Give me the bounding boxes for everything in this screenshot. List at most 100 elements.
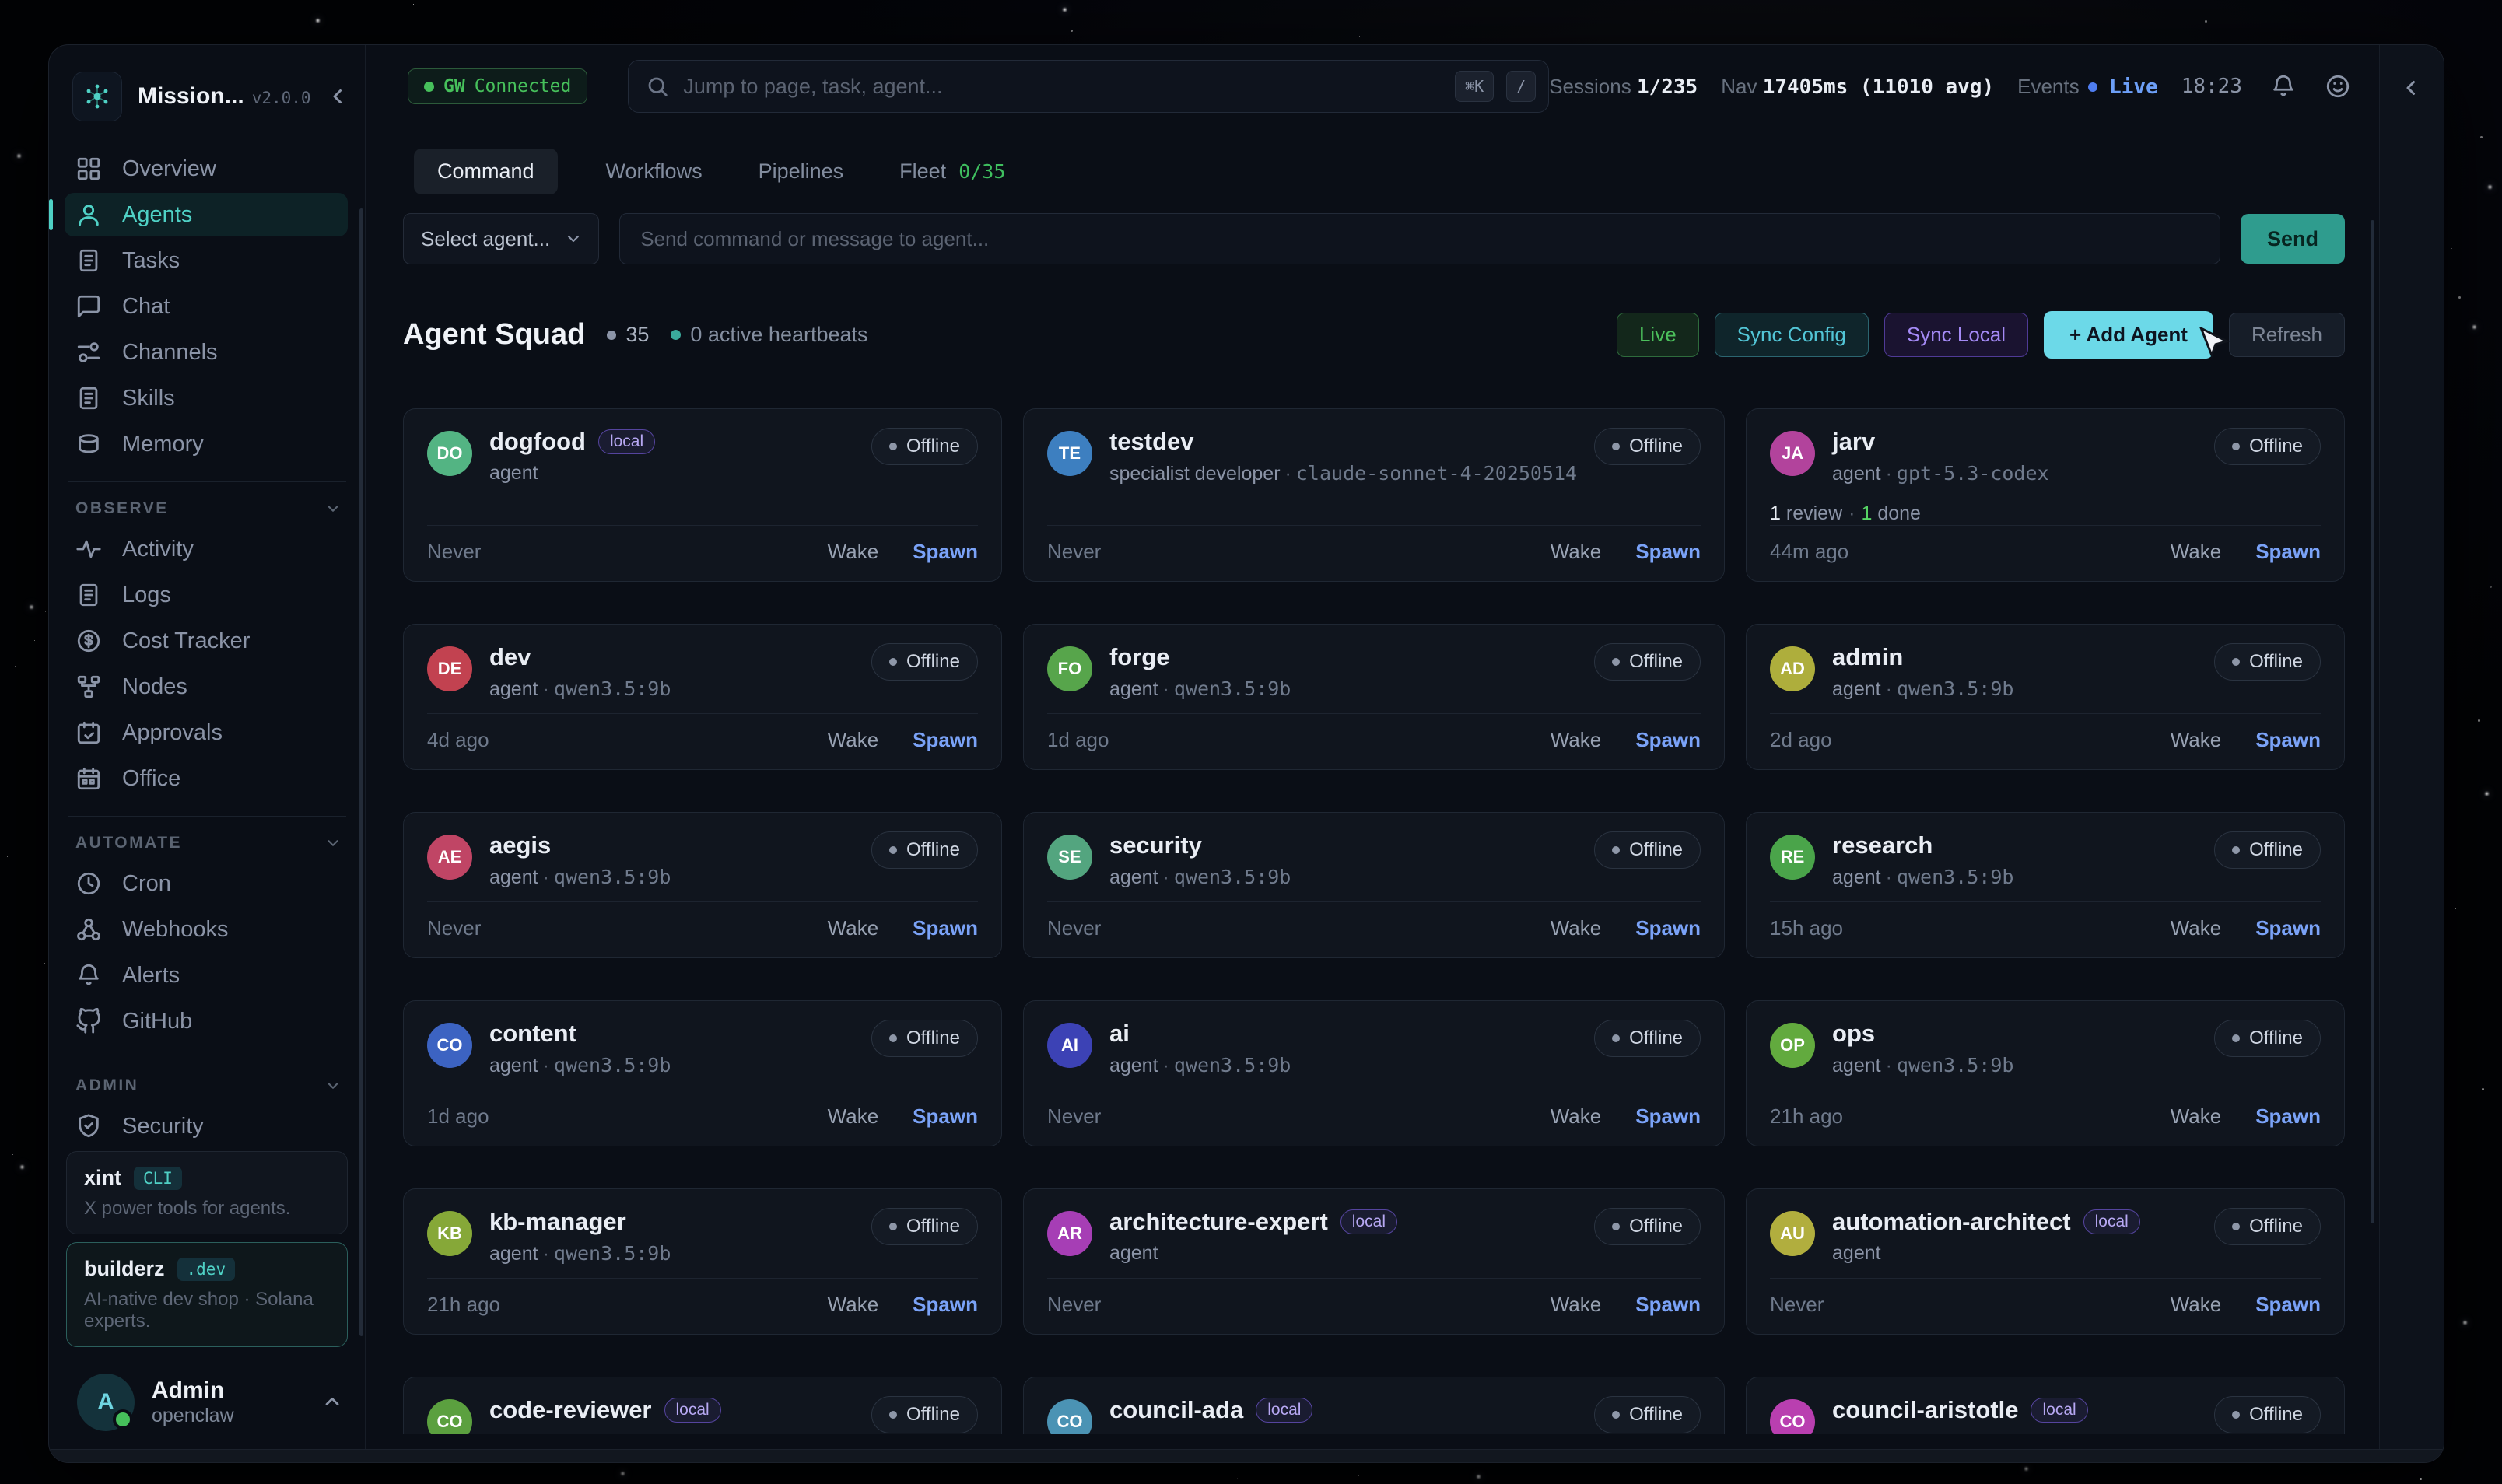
wake-button[interactable]: Wake (828, 1293, 879, 1317)
wake-button[interactable]: Wake (828, 916, 879, 940)
user-row[interactable]: A Admin openclaw (49, 1355, 365, 1462)
wake-button[interactable]: Wake (2171, 1293, 2222, 1317)
select-agent-dropdown[interactable]: Select agent... (403, 213, 599, 264)
sidebar-item-memory[interactable]: Memory (65, 422, 348, 466)
sidebar-item-nodes[interactable]: Nodes (65, 665, 348, 709)
sidebar-item-logs[interactable]: Logs (65, 573, 348, 617)
agent-card-kb-manager[interactable]: KB kb-manager agent·qwen3.5:9b Offline 2… (403, 1188, 1002, 1335)
spawn-button[interactable]: Spawn (913, 1293, 978, 1317)
wake-button[interactable]: Wake (2171, 1104, 2222, 1129)
wake-button[interactable]: Wake (1551, 1104, 1602, 1129)
wake-button[interactable]: Wake (1551, 540, 1602, 564)
tab-command[interactable]: Command (414, 149, 558, 194)
wake-button[interactable]: Wake (1551, 1293, 1602, 1317)
offline-dot (889, 443, 897, 450)
spawn-button[interactable]: Spawn (1635, 540, 1701, 564)
chevron-down-icon[interactable] (324, 500, 342, 517)
user-identity: Admin openclaw (152, 1377, 234, 1427)
agent-card-code-reviewer[interactable]: CO code-reviewer local agent Offline Wak… (403, 1377, 1002, 1434)
chevron-up-icon[interactable] (321, 1391, 343, 1413)
agent-card-forge[interactable]: FO forge agent·qwen3.5:9b Offline 1d ago… (1023, 624, 1725, 770)
status-badge: Offline (2214, 1396, 2321, 1433)
sidebar-item-github[interactable]: GitHub (65, 999, 348, 1043)
sidebar-collapse-icon[interactable] (327, 85, 350, 108)
tab-pipelines[interactable]: Pipelines (751, 149, 852, 194)
sync-config-button[interactable]: Sync Config (1715, 313, 1869, 357)
sidebar-item-chat[interactable]: Chat (65, 285, 348, 328)
sidebar-item-overview[interactable]: Overview (65, 147, 348, 191)
promo-card-xint[interactable]: xint CLI X power tools for agents. (66, 1151, 348, 1234)
sidebar-item-agents[interactable]: Agents (65, 193, 348, 236)
agent-card-dogfood[interactable]: DO dogfood local agent Offline Never Wak… (403, 408, 1002, 582)
agent-card-aegis[interactable]: AE aegis agent·qwen3.5:9b Offline Never … (403, 812, 1002, 958)
sidebar-item-activity[interactable]: Activity (65, 527, 348, 571)
wake-button[interactable]: Wake (1551, 916, 1602, 940)
sidebar-item-skills[interactable]: Skills (65, 376, 348, 420)
spawn-button[interactable]: Spawn (2255, 1104, 2321, 1129)
sidebar-item-cost-tracker[interactable]: Cost Tracker (65, 619, 348, 663)
spawn-button[interactable]: Spawn (913, 916, 978, 940)
spawn-button[interactable]: Spawn (1635, 728, 1701, 752)
agent-avatar: RE (1770, 835, 1815, 880)
sidebar-item-alerts[interactable]: Alerts (65, 954, 348, 997)
sidebar-item-approvals[interactable]: Approvals (65, 711, 348, 754)
spawn-button[interactable]: Spawn (2255, 728, 2321, 752)
agent-card-council-aristotle[interactable]: CO council-aristotle local agent Offline… (1746, 1377, 2345, 1434)
panel-collapse-chevron-icon[interactable] (2400, 76, 2423, 103)
gateway-status-badge[interactable]: GW Connected (408, 68, 587, 104)
wake-button[interactable]: Wake (828, 540, 879, 564)
wake-button[interactable]: Wake (828, 1104, 879, 1129)
feedback-smiley-icon[interactable] (2325, 73, 2351, 100)
agent-card-research[interactable]: RE research agent·qwen3.5:9b Offline 15h… (1746, 812, 2345, 958)
wake-button[interactable]: Wake (1551, 728, 1602, 752)
spawn-button[interactable]: Spawn (1635, 1293, 1701, 1317)
spawn-button[interactable]: Spawn (913, 728, 978, 752)
sidebar-item-cron[interactable]: Cron (65, 862, 348, 905)
spawn-button[interactable]: Spawn (913, 1104, 978, 1129)
agent-card-architecture-expert[interactable]: AR architecture-expert local agent Offli… (1023, 1188, 1725, 1335)
spawn-button[interactable]: Spawn (1635, 916, 1701, 940)
command-input[interactable] (619, 213, 2220, 264)
agent-card-security[interactable]: SE security agent·qwen3.5:9b Offline Nev… (1023, 812, 1725, 958)
agent-card-jarv[interactable]: JA jarv agent·gpt-5.3-codex Offline 1 re… (1746, 408, 2345, 582)
send-button[interactable]: Send (2241, 214, 2345, 264)
chevron-down-icon[interactable] (324, 1077, 342, 1094)
spawn-button[interactable]: Spawn (2255, 540, 2321, 564)
sidebar-item-office[interactable]: Office (65, 757, 348, 800)
tab-workflows[interactable]: Workflows (598, 149, 710, 194)
promo-card-builderz[interactable]: builderz .dev AI-native dev shop · Solan… (66, 1242, 348, 1347)
agent-card-content[interactable]: CO content agent·qwen3.5:9b Offline 1d a… (403, 1000, 1002, 1146)
sidebar-item-security[interactable]: Security (65, 1104, 348, 1143)
agent-card-council-ada[interactable]: CO council-ada local agent Offline Wake … (1023, 1377, 1725, 1434)
spawn-button[interactable]: Spawn (2255, 1293, 2321, 1317)
main-scrollbar[interactable] (2371, 220, 2374, 1223)
calendar-icon (75, 765, 102, 792)
agent-card-dev[interactable]: DE dev agent·qwen3.5:9b Offline 4d ago W… (403, 624, 1002, 770)
sidebar-item-channels[interactable]: Channels (65, 331, 348, 374)
spawn-button[interactable]: Spawn (913, 540, 978, 564)
wake-button[interactable]: Wake (2171, 916, 2222, 940)
refresh-button[interactable]: Refresh (2229, 313, 2345, 357)
wake-button[interactable]: Wake (828, 728, 879, 752)
agent-card-testdev[interactable]: TE testdev specialist developer·claude-s… (1023, 408, 1725, 582)
sidebar-item-webhooks[interactable]: Webhooks (65, 908, 348, 951)
agent-card-ops[interactable]: OP ops agent·qwen3.5:9b Offline 21h ago … (1746, 1000, 2345, 1146)
spawn-button[interactable]: Spawn (2255, 916, 2321, 940)
agent-card-automation-architect[interactable]: AU automation-architect local agent Offl… (1746, 1188, 2345, 1335)
wake-button[interactable]: Wake (2171, 728, 2222, 752)
wake-button[interactable]: Wake (2171, 540, 2222, 564)
global-search[interactable]: ⌘K / (628, 60, 1549, 113)
sidebar-item-tasks[interactable]: Tasks (65, 239, 348, 282)
notifications-bell-icon[interactable] (2270, 73, 2297, 100)
chevron-down-icon[interactable] (324, 835, 342, 852)
search-input[interactable] (682, 74, 1442, 100)
spawn-button[interactable]: Spawn (1635, 1104, 1701, 1129)
tab-fleet[interactable]: Fleet 0/35 (892, 149, 1013, 194)
cards-viewport: DO dogfood local agent Offline Never Wak… (366, 359, 2379, 1434)
sync-local-button[interactable]: Sync Local (1884, 313, 2028, 357)
agent-card-ai[interactable]: AI ai agent·qwen3.5:9b Offline Never Wak… (1023, 1000, 1725, 1146)
agent-card-admin[interactable]: AD admin agent·qwen3.5:9b Offline 2d ago… (1746, 624, 2345, 770)
add-agent-button[interactable]: + Add Agent (2044, 311, 2213, 359)
live-button[interactable]: Live (1617, 313, 1699, 357)
sidebar-scrollbar[interactable] (359, 208, 363, 1336)
